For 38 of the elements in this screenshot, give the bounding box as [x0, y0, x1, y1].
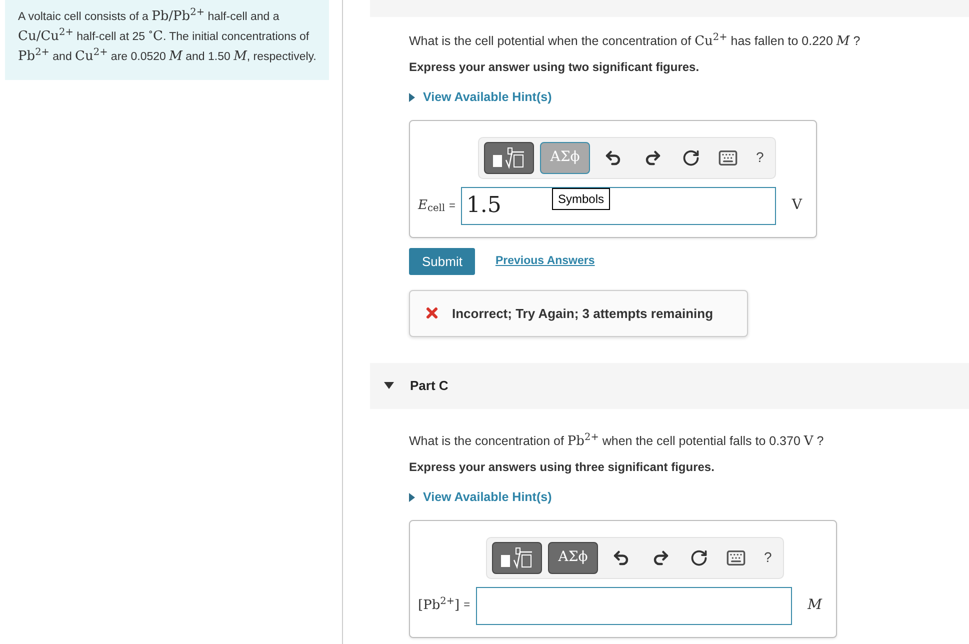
hint-link[interactable]: View Available Hint(s) — [409, 488, 552, 506]
hint-link[interactable]: View Available Hint(s) — [409, 88, 552, 107]
answer-field[interactable] — [476, 586, 792, 624]
instruction-text: Express your answers using three significant figures. — [409, 458, 716, 476]
redo-icon[interactable] — [652, 548, 670, 566]
reset-icon[interactable] — [682, 148, 700, 167]
instruction-text: Express your answer using two significant figures. — [409, 59, 700, 76]
part-title: Part C — [410, 377, 448, 395]
incorrect-icon — [424, 305, 440, 322]
templates-icon — [491, 146, 527, 169]
part-header[interactable]: Part C — [370, 362, 969, 409]
equals-sign: = — [464, 598, 470, 614]
question-text: What is the cell potential when the concentration of Cu$^{2+}$ has fallen to 0.220 M ? — [409, 31, 862, 51]
play-icon — [409, 492, 415, 502]
answer-label: E$_{cell}$ — [418, 197, 445, 216]
keyboard-icon[interactable] — [718, 148, 738, 168]
problem-intro: A voltaic cell consists of a Pb/Pb$^{2+}$ half-cell and a Cu/Cu$^{2+}$ half-cell at 25 $^{∘}$C. The initial concentrations of Pb$^{2+}$ and Cu$^{2+}$ are 0.0520 M and 1.50 M, respectively. — [5, 0, 329, 80]
unit-label: M — [808, 596, 822, 615]
help-button[interactable]: ? — [764, 547, 772, 568]
templates-icon — [499, 546, 535, 568]
unit-label: V — [792, 196, 802, 216]
answer-label: [Pb$^{2+}$] — [418, 596, 460, 615]
symbols-tooltip: Symbols — [552, 188, 610, 210]
question-text: What is the concentration of Pb$^{2+}$ when the cell potential falls to 0.370 V ? — [409, 430, 825, 451]
templates-button[interactable] — [492, 542, 542, 574]
equals-sign: = — [448, 198, 456, 214]
play-icon — [409, 92, 415, 102]
keyboard-icon[interactable] — [726, 548, 746, 568]
help-button[interactable]: ? — [756, 147, 764, 168]
undo-icon[interactable] — [604, 148, 622, 167]
submit-button[interactable]: Submit — [409, 248, 476, 275]
feedback-text: Incorrect; Try Again; 3 attempts remaining — [452, 304, 714, 323]
templates-button[interactable] — [484, 142, 534, 174]
undo-icon[interactable] — [612, 548, 630, 566]
symbols-button[interactable]: ΑΣϕ — [548, 542, 598, 574]
reset-icon[interactable] — [690, 548, 708, 566]
redo-icon[interactable] — [644, 148, 662, 167]
previous-answers-link[interactable]: Previous Answers — [495, 252, 595, 270]
